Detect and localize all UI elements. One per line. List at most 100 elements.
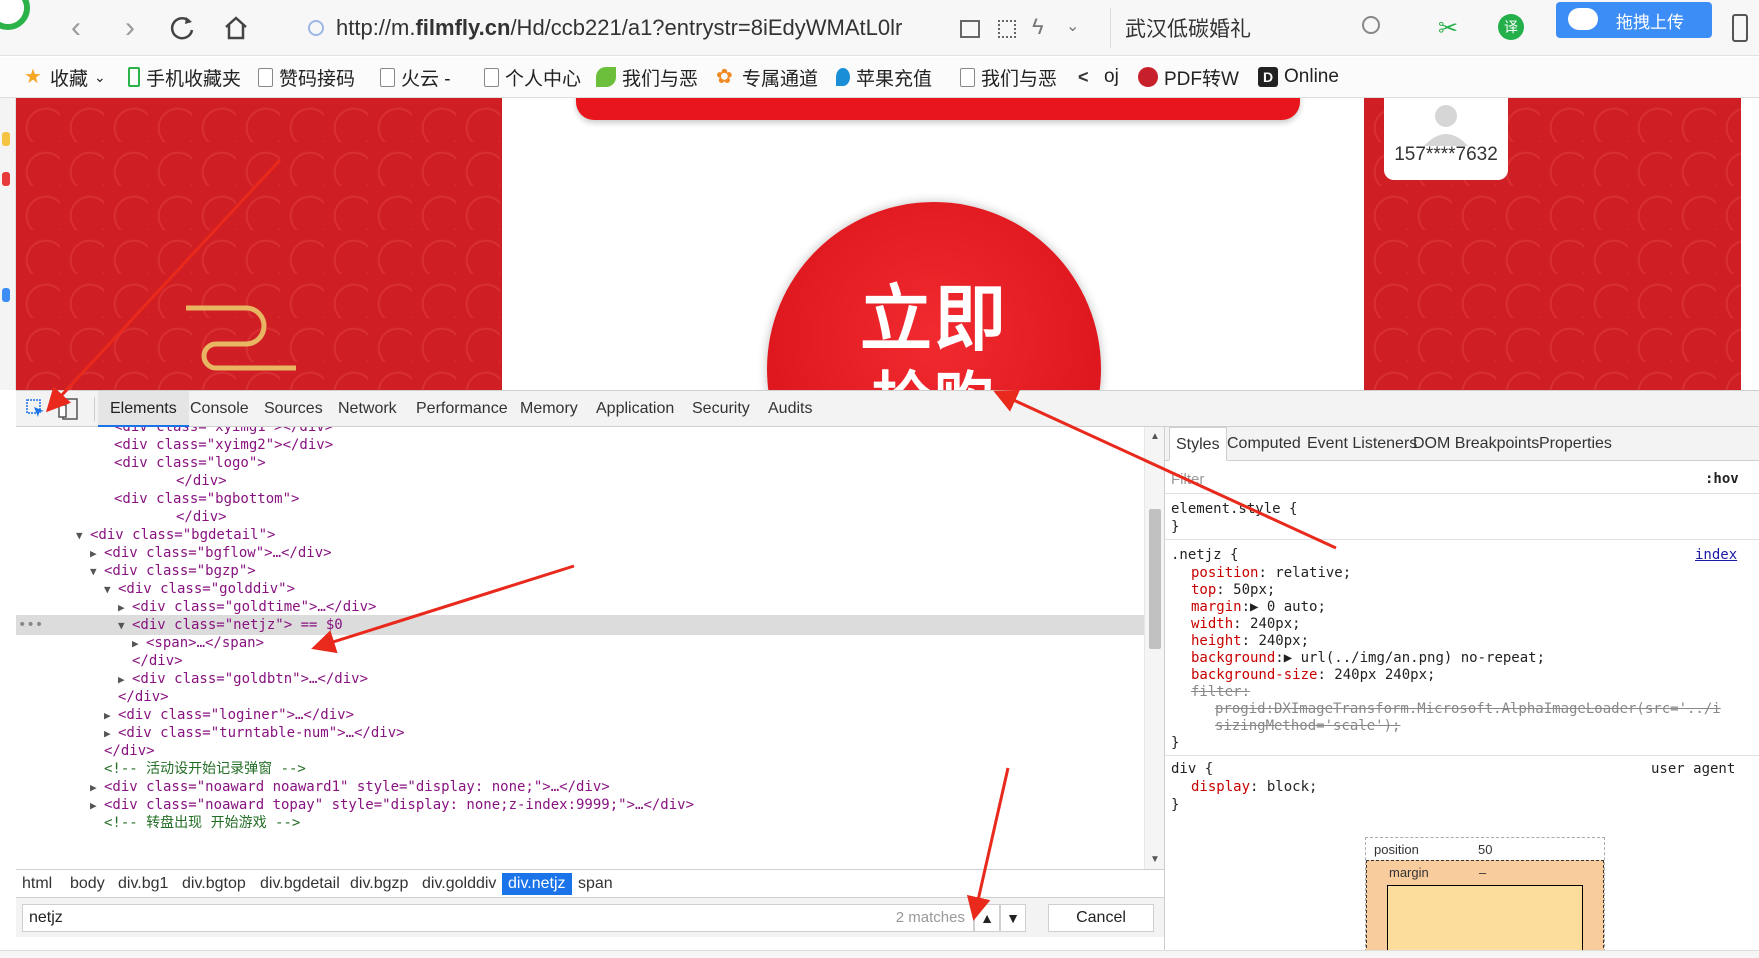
bookmark-item[interactable]: ★ 收藏 ⌄ bbox=[24, 63, 116, 91]
styles-filter[interactable]: Filter bbox=[1171, 471, 1751, 488]
device-toolbar-icon[interactable] bbox=[58, 397, 80, 421]
reader-mode-icon[interactable] bbox=[960, 20, 980, 38]
breadcrumb-item-active[interactable]: div.netjz bbox=[502, 873, 572, 895]
box-margin-value: – bbox=[1479, 865, 1487, 880]
tab-console[interactable]: Console bbox=[178, 391, 261, 427]
dom-line[interactable]: ▶ <div class="loginer">…</div> bbox=[16, 705, 1146, 725]
page-icon bbox=[308, 20, 324, 36]
bookmark-item[interactable]: ✿ 专属通道 bbox=[716, 63, 824, 91]
dom-scrollbar[interactable]: ▲ ▼ bbox=[1144, 427, 1164, 869]
scroll-up-icon[interactable]: ▲ bbox=[1150, 431, 1160, 442]
bookmark-item[interactable]: 火云 - bbox=[380, 63, 460, 91]
dom-line[interactable]: ▶ <div class="bgflow">…</div> bbox=[16, 543, 1146, 563]
bookmark-item[interactable]: 苹果充值 bbox=[836, 63, 942, 91]
cancel-button[interactable]: Cancel bbox=[1048, 904, 1154, 932]
dom-line[interactable]: ▶ <div class="noaward topay" style="displ… bbox=[16, 795, 1146, 815]
css-prop-background-size[interactable]: background-size: 240px 240px; bbox=[1191, 667, 1435, 684]
css-prop-margin[interactable]: margin:▶ 0 auto; bbox=[1191, 599, 1326, 616]
dom-line[interactable]: ▶ <div class="goldtime">…</div> bbox=[16, 597, 1146, 617]
dom-line[interactable]: ▼ <div class="golddiv"> bbox=[16, 579, 1146, 599]
tab-elements[interactable]: Elements bbox=[98, 391, 189, 427]
dom-line-text: <div class="xyimg2"></div> bbox=[114, 437, 334, 453]
bookmark-item[interactable]: < oj bbox=[1078, 63, 1128, 91]
forward-icon[interactable]: › bbox=[112, 10, 148, 46]
dom-line[interactable]: <div class="xyimg2"></div> bbox=[16, 435, 1146, 455]
tab-computed[interactable]: Computed bbox=[1221, 427, 1307, 461]
translate-icon[interactable]: 译 bbox=[1498, 14, 1524, 40]
css-prop-height[interactable]: height: 240px; bbox=[1191, 633, 1309, 650]
tab-security[interactable]: Security bbox=[680, 391, 762, 427]
bookmark-item[interactable]: 我们与恶 bbox=[596, 63, 704, 91]
home-icon[interactable] bbox=[218, 10, 254, 46]
css-prop-top[interactable]: top: 50px; bbox=[1191, 582, 1275, 599]
hov-toggle[interactable]: :hov bbox=[1705, 471, 1739, 488]
breadcrumb-item[interactable]: div.golddiv bbox=[416, 873, 502, 895]
breadcrumb-item[interactable]: span bbox=[572, 873, 619, 895]
cloud-upload-button[interactable]: 拖拽上传 bbox=[1556, 2, 1712, 38]
bookmark-item[interactable]: PDF转W bbox=[1138, 63, 1248, 91]
tab-properties[interactable]: Properties bbox=[1533, 427, 1618, 461]
tab-application[interactable]: Application bbox=[584, 391, 686, 427]
dom-line[interactable]: ▶ <div class="turntable-num">…</div> bbox=[16, 723, 1146, 743]
breadcrumb-item[interactable]: html bbox=[16, 873, 58, 895]
bookmark-item[interactable]: 我们与恶 bbox=[960, 63, 1058, 91]
breadcrumb-item[interactable]: div.bgzp bbox=[344, 873, 414, 895]
dom-line[interactable]: </div> bbox=[16, 741, 1146, 761]
dom-line[interactable]: ▶ <div class="noaward noaward1" style="di… bbox=[16, 777, 1146, 797]
dom-comment[interactable]: <!-- 活动设开始记录弹窗 --> bbox=[16, 759, 1146, 779]
dom-line[interactable]: </div> bbox=[16, 687, 1146, 707]
back-icon[interactable]: ‹ bbox=[58, 10, 94, 46]
css-prop-position[interactable]: position: relative; bbox=[1191, 565, 1351, 582]
tab-network[interactable]: Network bbox=[326, 391, 409, 427]
inspect-element-icon[interactable] bbox=[26, 399, 46, 419]
search-input[interactable]: 武汉低碳婚礼 bbox=[1110, 8, 1400, 48]
find-input[interactable]: netjz 2 matches bbox=[22, 904, 974, 932]
dom-tree[interactable]: <div class="xyimg1"></div> <div class="x… bbox=[16, 427, 1146, 869]
address-bar[interactable]: http://m. filmfly.cn/Hd/ccb221/a1?entryst… bbox=[296, 8, 936, 48]
chevron-down-icon[interactable]: ⌄ bbox=[1066, 16, 1079, 36]
bookmark-item[interactable]: D Online bbox=[1258, 63, 1354, 91]
tab-audits[interactable]: Audits bbox=[756, 391, 824, 427]
more-options-icon[interactable]: ••• bbox=[18, 615, 43, 635]
css-prop-width[interactable]: width: 240px; bbox=[1191, 616, 1301, 633]
phone-icon[interactable] bbox=[1732, 14, 1748, 42]
dom-line[interactable]: ▶ <span>…</span> bbox=[16, 633, 1146, 653]
tab-dom-breakpoints[interactable]: DOM Breakpoints bbox=[1407, 427, 1545, 461]
dom-comment[interactable]: <!-- 转盘出现 开始游戏 --> bbox=[16, 813, 1146, 833]
scroll-down-icon[interactable]: ▼ bbox=[1150, 854, 1160, 865]
breadcrumb-item[interactable]: div.bgdetail bbox=[254, 873, 346, 895]
tab-event-listeners[interactable]: Event Listeners bbox=[1301, 427, 1423, 461]
scissors-icon[interactable]: ✂ bbox=[1438, 14, 1458, 43]
breadcrumb-item[interactable]: div.bgtop bbox=[176, 873, 252, 895]
breadcrumb-item[interactable]: div.bg1 bbox=[112, 873, 174, 895]
buy-now-button[interactable]: 立即 抢购 bbox=[767, 202, 1101, 390]
netjz-source-link[interactable]: index bbox=[1695, 547, 1737, 564]
find-next-button[interactable]: ▼ bbox=[1000, 904, 1026, 932]
bookmark-item[interactable]: 个人中心 bbox=[484, 63, 594, 91]
search-icon[interactable] bbox=[1362, 16, 1380, 34]
dom-line[interactable]: <div class="logo"> bbox=[16, 453, 1146, 473]
breadcrumb-item[interactable]: body bbox=[64, 873, 111, 895]
dom-line[interactable]: <div class="bgbottom"> bbox=[16, 489, 1146, 509]
box-model-diagram[interactable]: position 50 margin – bbox=[1365, 837, 1605, 951]
scrollbar-thumb[interactable] bbox=[1149, 509, 1161, 649]
reload-icon[interactable] bbox=[164, 10, 200, 46]
css-prop-background[interactable]: background:▶ url(../img/an.png) no-repea… bbox=[1191, 650, 1545, 667]
dom-line[interactable]: </div> bbox=[16, 507, 1146, 527]
dom-line[interactable]: </div> bbox=[16, 651, 1146, 671]
dom-line[interactable]: ▼ <div class="bgdetail"> bbox=[16, 525, 1146, 545]
css-prop-filter[interactable]: filter: bbox=[1191, 684, 1250, 701]
tab-performance[interactable]: Performance bbox=[404, 391, 520, 427]
dom-line[interactable]: ▶ <div class="goldbtn">…</div> bbox=[16, 669, 1146, 689]
find-prev-button[interactable]: ▲ bbox=[974, 904, 1000, 932]
bookmark-item[interactable]: 赞码接码 bbox=[258, 63, 358, 91]
dom-line[interactable]: </div> bbox=[16, 471, 1146, 491]
tab-styles[interactable]: Styles bbox=[1169, 427, 1227, 461]
tab-sources[interactable]: Sources bbox=[252, 391, 335, 427]
lightning-icon[interactable]: ϟ bbox=[1032, 14, 1044, 40]
dom-line-selected[interactable]: ••• ▼ <div class="netjz"> == $0 bbox=[16, 615, 1146, 635]
bookmark-item[interactable]: 手机收藏夹 bbox=[128, 63, 248, 91]
qr-icon[interactable] bbox=[998, 20, 1016, 38]
tab-memory[interactable]: Memory bbox=[508, 391, 590, 427]
dom-line[interactable]: ▼ <div class="bgzp"> bbox=[16, 561, 1146, 581]
